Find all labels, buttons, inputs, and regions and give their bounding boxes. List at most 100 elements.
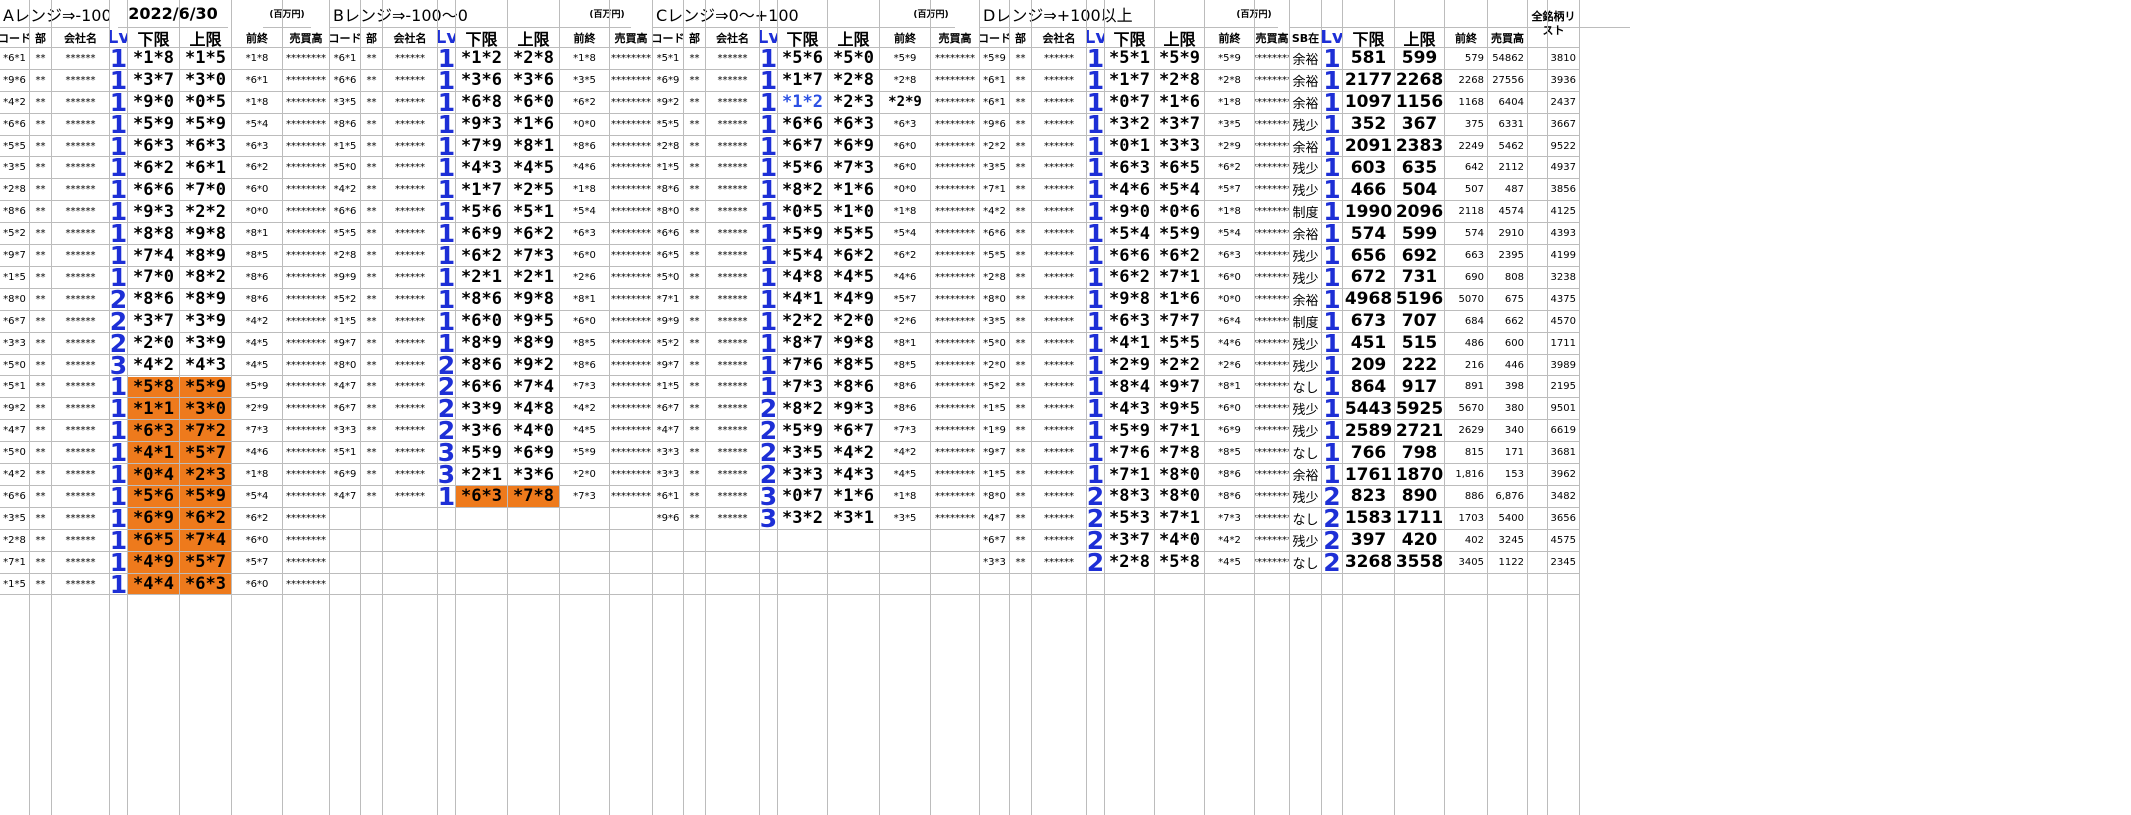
- empty-cell: [508, 573, 560, 596]
- row-upper: *6*2: [180, 507, 232, 530]
- empty-cell: [1155, 573, 1205, 596]
- row-code: *5*5: [0, 135, 30, 158]
- row-sales: ********: [283, 573, 330, 596]
- row-company: ******: [52, 310, 110, 333]
- row-lv: 1: [1087, 376, 1105, 399]
- empty-cell: [330, 573, 361, 596]
- row-low: 864: [1343, 376, 1395, 399]
- row-lower: *5*3: [1105, 507, 1155, 530]
- row-upper: *9*5: [508, 310, 560, 333]
- grid-line: [179, 0, 180, 815]
- row-lower: *3*2: [1105, 113, 1155, 136]
- col-header-code: コード: [330, 28, 361, 48]
- empty-cell: [438, 529, 456, 552]
- row-code: *2*8: [0, 179, 30, 202]
- row-bu: **: [1010, 442, 1032, 465]
- row-lower: *5*6: [456, 201, 508, 224]
- row-bu: **: [684, 332, 706, 355]
- row-bu: **: [361, 332, 383, 355]
- row-lower: *5*4: [778, 245, 828, 267]
- row-code: *2*2: [980, 135, 1010, 158]
- row-prev: *4*2: [232, 310, 283, 333]
- row-lower: *8*3: [1105, 486, 1155, 508]
- row-high: 5925: [1395, 398, 1445, 421]
- row-code: *5*5: [653, 113, 684, 136]
- row-company: ******: [706, 420, 760, 443]
- row-sales: ********: [283, 398, 330, 421]
- row-bu: **: [684, 420, 706, 443]
- grid-line: [1321, 0, 1322, 815]
- row-upper: *2*8: [508, 48, 560, 70]
- row-company: ******: [706, 464, 760, 486]
- row-lower: *4*3: [1105, 398, 1155, 421]
- row-sb-status: 余裕: [1290, 135, 1322, 158]
- row-list: 6619: [1548, 420, 1580, 443]
- row-low: 352: [1343, 113, 1395, 136]
- row-lv: 1: [110, 376, 128, 399]
- row-bu: **: [684, 135, 706, 158]
- row-code: *3*5: [0, 157, 30, 180]
- row-sales: ********: [610, 442, 653, 465]
- row-company: ******: [52, 573, 110, 596]
- grid-line: [382, 0, 383, 815]
- row-upper: *9*2: [508, 354, 560, 377]
- row-upper: *5*9: [1155, 48, 1205, 70]
- row-code: *6*9: [653, 69, 684, 92]
- row-lv: 1: [438, 179, 456, 202]
- row-code: *4*2: [0, 464, 30, 486]
- section-title-c: Cレンジ⇒0〜+100: [653, 0, 911, 28]
- row-vol: 171: [1488, 442, 1528, 465]
- row-sb-lv: 2: [1322, 529, 1343, 552]
- empty-cell: [383, 573, 438, 596]
- row-upper: *7*0: [180, 179, 232, 202]
- row-code: *1*5: [0, 573, 30, 596]
- empty-cell: [1010, 573, 1032, 596]
- row-prev: *8*5: [1205, 442, 1255, 465]
- empty-cell: [1528, 551, 1548, 574]
- row-code: *5*0: [980, 332, 1010, 355]
- row-lower: *6*5: [128, 529, 180, 552]
- row-company: ******: [383, 245, 438, 267]
- empty-cell: [778, 573, 828, 596]
- row-company: ******: [52, 398, 110, 421]
- row-bu: **: [1010, 310, 1032, 333]
- empty-cell: [653, 529, 684, 552]
- grid-line: [360, 0, 361, 815]
- row-sales: ********: [931, 354, 980, 377]
- grid-line: [930, 0, 931, 815]
- row-code: *9*7: [0, 245, 30, 267]
- row-bu: **: [684, 486, 706, 508]
- empty-cell: [760, 529, 778, 552]
- row-low: 656: [1343, 245, 1395, 267]
- row-lower: *3*7: [128, 69, 180, 92]
- row-zen: 507: [1445, 179, 1488, 202]
- row-low: 1990: [1343, 201, 1395, 224]
- col-header-company: 会社名: [1032, 28, 1087, 48]
- row-upper: *8*5: [828, 354, 880, 377]
- row-sales: ********: [1255, 113, 1290, 136]
- row-company: ******: [1032, 376, 1087, 399]
- row-low: 1761: [1343, 464, 1395, 486]
- row-upper: *5*1: [508, 201, 560, 224]
- col-header-sales: 売買高: [931, 28, 980, 48]
- units-label: (百万円): [907, 0, 955, 28]
- row-sales: ********: [610, 398, 653, 421]
- grid-line: [1031, 0, 1032, 815]
- row-company: ******: [52, 91, 110, 114]
- row-sb-status: 余裕: [1290, 48, 1322, 70]
- row-company: ******: [706, 223, 760, 246]
- row-lv: 1: [110, 486, 128, 508]
- row-upper: *2*8: [1155, 69, 1205, 92]
- row-sales: ********: [1255, 48, 1290, 70]
- row-prev: *5*9: [880, 48, 931, 70]
- row-sales: ********: [283, 267, 330, 289]
- row-bu: **: [684, 398, 706, 421]
- row-code: *5*9: [980, 48, 1010, 70]
- row-lower: *8*6: [456, 288, 508, 311]
- row-bu: **: [684, 69, 706, 92]
- row-bu: **: [684, 245, 706, 267]
- row-vol: 380: [1488, 398, 1528, 421]
- row-lv: 1: [1087, 332, 1105, 355]
- row-lower: *6*3: [1105, 310, 1155, 333]
- row-lower: *1*8: [128, 48, 180, 70]
